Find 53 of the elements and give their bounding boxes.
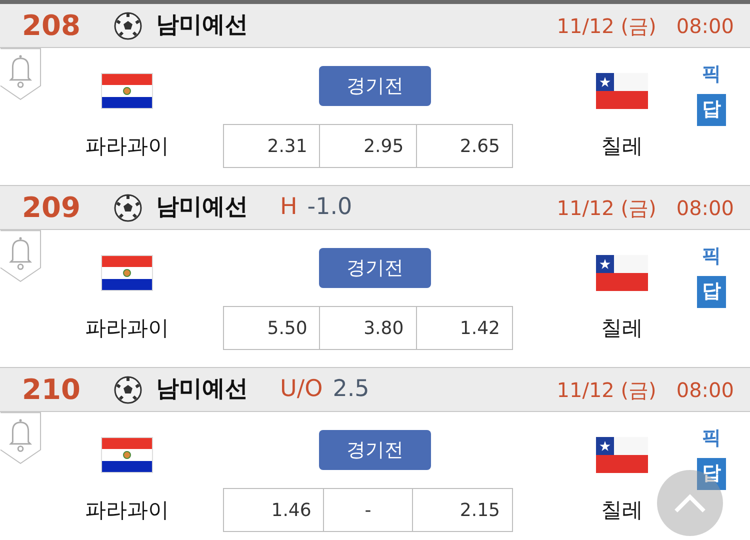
odds-cell[interactable]: 3.80 [320, 307, 417, 349]
pick-link[interactable]: 픽 [702, 60, 721, 88]
team-name: 칠레 [601, 315, 643, 342]
team-name: 파라과이 [85, 133, 169, 160]
match-time: 08:00 [676, 12, 734, 40]
match-number: 209 [22, 190, 82, 226]
match-number: 208 [22, 8, 82, 44]
league-name: 남미예선 [156, 193, 248, 222]
team-name: 칠레 [601, 133, 643, 160]
match-number: 210 [22, 372, 82, 408]
handicap-type: H [280, 193, 298, 222]
odds-cell[interactable]: - [324, 489, 413, 531]
handicap-type: U/O [280, 375, 323, 404]
status-button[interactable]: 경기전 [319, 430, 431, 470]
answer-button[interactable]: 답 [697, 276, 726, 308]
answer-button[interactable]: 답 [697, 94, 726, 126]
team-name: 파라과이 [85, 497, 169, 524]
match-date: 11/12 (금) [556, 376, 656, 404]
match-date: 11/12 (금) [556, 194, 656, 222]
match-date: 11/12 (금) [556, 12, 656, 40]
soccer-ball-icon [114, 194, 142, 222]
soccer-ball-icon [114, 12, 142, 40]
bell-tab-icon[interactable] [0, 48, 42, 101]
bell-tab-icon[interactable] [0, 412, 42, 465]
flag-icon [101, 437, 153, 473]
odds-cell[interactable]: 5.50 [224, 307, 320, 349]
status-button[interactable]: 경기전 [319, 248, 431, 288]
pick-link[interactable]: 픽 [702, 424, 721, 452]
handicap-value: 2.5 [332, 375, 370, 404]
flag-icon [101, 73, 153, 109]
status-button[interactable]: 경기전 [319, 66, 431, 106]
bell-tab-icon[interactable] [0, 230, 42, 283]
handicap-value: -1.0 [307, 193, 352, 222]
match-time: 08:00 [676, 376, 734, 404]
team-name: 칠레 [601, 497, 643, 524]
odds-cell[interactable]: 1.46 [224, 489, 324, 531]
team-name: 파라과이 [85, 315, 169, 342]
match-time: 08:00 [676, 194, 734, 222]
odds-cell[interactable]: 2.65 [416, 125, 512, 167]
flag-icon [101, 255, 153, 291]
odds-cell[interactable]: 2.95 [320, 125, 417, 167]
chevron-up-icon [673, 493, 707, 513]
odds-cell[interactable]: 2.15 [412, 489, 512, 531]
flag-icon [596, 73, 648, 109]
soccer-ball-icon [114, 376, 142, 404]
odds-cell[interactable]: 2.31 [224, 125, 320, 167]
league-name: 남미예선 [156, 11, 248, 40]
odds-cell[interactable]: 1.42 [416, 307, 512, 349]
pick-link[interactable]: 픽 [702, 242, 721, 270]
answer-button[interactable]: 답 [697, 458, 726, 490]
flag-icon [596, 255, 648, 291]
flag-icon [596, 437, 648, 473]
league-name: 남미예선 [156, 375, 248, 404]
